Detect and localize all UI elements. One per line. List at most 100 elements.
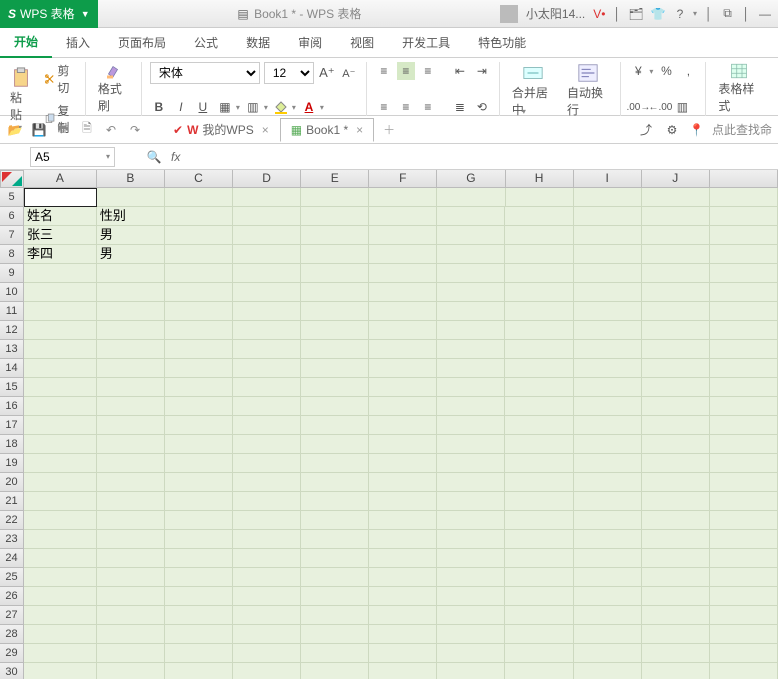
column-header[interactable]: G xyxy=(437,170,505,188)
cell[interactable] xyxy=(165,264,233,283)
cell[interactable] xyxy=(505,568,573,587)
cell[interactable] xyxy=(301,492,369,511)
cell[interactable] xyxy=(574,663,642,679)
formula-input[interactable] xyxy=(188,147,778,167)
cell[interactable] xyxy=(233,283,301,302)
open-icon[interactable]: 📂 xyxy=(6,121,24,139)
cell[interactable] xyxy=(301,321,369,340)
row-header[interactable]: 16 xyxy=(0,397,24,416)
align-left-button[interactable]: ≡ xyxy=(375,98,393,116)
cell[interactable] xyxy=(574,492,642,511)
cell[interactable] xyxy=(574,321,642,340)
cell[interactable] xyxy=(574,625,642,644)
cell[interactable] xyxy=(369,568,437,587)
cell[interactable] xyxy=(642,587,710,606)
cell[interactable] xyxy=(642,416,710,435)
menu-tab-5[interactable]: 审阅 xyxy=(284,28,336,57)
cell[interactable] xyxy=(574,511,642,530)
cell[interactable] xyxy=(574,549,642,568)
cell[interactable] xyxy=(233,188,301,207)
cell[interactable] xyxy=(233,473,301,492)
cell[interactable] xyxy=(301,454,369,473)
cell[interactable] xyxy=(505,549,573,568)
row-header[interactable]: 6 xyxy=(0,207,24,226)
cell[interactable] xyxy=(574,454,642,473)
cell[interactable] xyxy=(505,321,573,340)
cell[interactable] xyxy=(710,587,778,606)
cell[interactable] xyxy=(369,283,437,302)
cell[interactable] xyxy=(642,435,710,454)
cell[interactable] xyxy=(97,568,165,587)
cell[interactable] xyxy=(24,511,97,530)
cell[interactable] xyxy=(165,321,233,340)
font-name-select[interactable]: 宋体 xyxy=(150,62,260,84)
cell[interactable] xyxy=(233,397,301,416)
cell[interactable] xyxy=(369,454,437,473)
row-header[interactable]: 15 xyxy=(0,378,24,397)
cell[interactable] xyxy=(574,644,642,663)
cell[interactable] xyxy=(437,606,505,625)
cell[interactable] xyxy=(301,473,369,492)
cell[interactable] xyxy=(369,340,437,359)
spreadsheet-grid[interactable]: ABCDEFGHIJ 56789101112131415161718192021… xyxy=(0,170,778,679)
border-button[interactable]: ▦ xyxy=(216,98,234,116)
cell[interactable] xyxy=(369,226,437,245)
cell[interactable] xyxy=(24,435,97,454)
cell[interactable] xyxy=(505,359,573,378)
cell[interactable] xyxy=(301,568,369,587)
cell[interactable] xyxy=(642,207,710,226)
cell[interactable] xyxy=(165,245,233,264)
cell[interactable] xyxy=(301,188,369,207)
cell[interactable] xyxy=(710,473,778,492)
cell[interactable] xyxy=(437,416,505,435)
cell[interactable]: 男 xyxy=(97,226,165,245)
shirt-icon[interactable]: 👕 xyxy=(651,7,665,21)
cell[interactable] xyxy=(165,226,233,245)
cell[interactable] xyxy=(710,530,778,549)
row-header[interactable]: 30 xyxy=(0,663,24,679)
cell[interactable] xyxy=(97,625,165,644)
cell[interactable] xyxy=(233,207,301,226)
cell[interactable] xyxy=(710,511,778,530)
cell[interactable] xyxy=(165,359,233,378)
decrease-indent-button[interactable]: ⇤ xyxy=(451,62,469,80)
cell[interactable] xyxy=(710,416,778,435)
cell[interactable] xyxy=(574,435,642,454)
cell[interactable] xyxy=(505,606,573,625)
cell[interactable] xyxy=(574,245,642,264)
font-size-select[interactable]: 12 xyxy=(264,62,314,84)
save-icon[interactable]: 💾 xyxy=(30,121,48,139)
cell[interactable] xyxy=(710,663,778,679)
cell[interactable] xyxy=(437,435,505,454)
orientation-button[interactable]: ⟲ xyxy=(473,98,491,116)
increase-font-icon[interactable]: A⁺ xyxy=(318,64,336,82)
cell[interactable] xyxy=(97,435,165,454)
column-header[interactable]: J xyxy=(642,170,710,188)
row-header[interactable]: 27 xyxy=(0,606,24,625)
column-header[interactable]: B xyxy=(97,170,165,188)
cell[interactable] xyxy=(369,549,437,568)
cell[interactable] xyxy=(233,359,301,378)
cell[interactable] xyxy=(437,245,505,264)
cell[interactable] xyxy=(437,207,505,226)
cell[interactable] xyxy=(369,587,437,606)
share-icon[interactable]: ⤴ xyxy=(637,121,655,139)
cell[interactable] xyxy=(24,302,97,321)
cell[interactable] xyxy=(233,606,301,625)
column-header[interactable]: F xyxy=(369,170,437,188)
cell[interactable] xyxy=(301,226,369,245)
cell[interactable] xyxy=(505,207,573,226)
cell[interactable] xyxy=(369,397,437,416)
cell[interactable] xyxy=(165,435,233,454)
cell[interactable] xyxy=(574,188,642,207)
cell[interactable] xyxy=(710,606,778,625)
cell[interactable] xyxy=(369,378,437,397)
cell[interactable] xyxy=(574,397,642,416)
cell[interactable] xyxy=(710,226,778,245)
cell[interactable] xyxy=(642,568,710,587)
row-header[interactable]: 18 xyxy=(0,435,24,454)
cell[interactable] xyxy=(24,359,97,378)
decrease-font-icon[interactable]: A⁻ xyxy=(340,64,358,82)
cell[interactable] xyxy=(301,435,369,454)
cell[interactable] xyxy=(97,644,165,663)
